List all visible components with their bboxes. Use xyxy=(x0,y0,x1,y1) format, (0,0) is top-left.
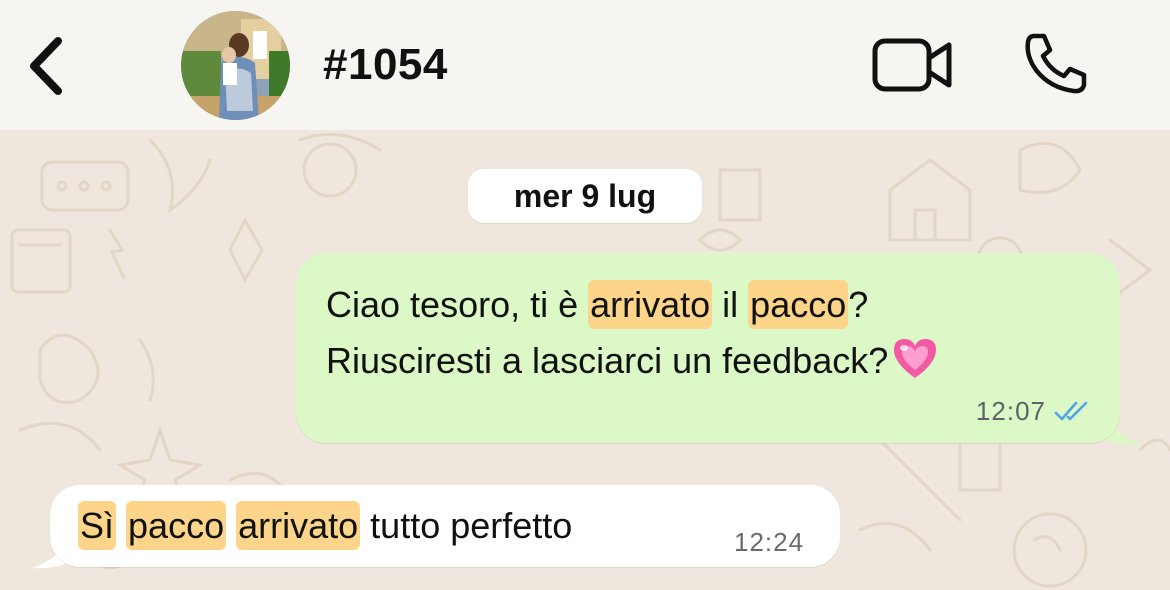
text-segment: ? xyxy=(848,284,869,325)
text-segment: Ciao tesoro, ti è xyxy=(326,284,589,325)
text-segment xyxy=(116,505,126,546)
phone-icon xyxy=(1025,33,1087,94)
back-button[interactable] xyxy=(22,35,72,97)
outgoing-message-meta: 12:07 xyxy=(976,396,1090,427)
voice-call-button[interactable] xyxy=(1020,30,1092,96)
video-call-button[interactable] xyxy=(870,36,954,94)
pink-heart-emoji-icon xyxy=(894,339,937,378)
text-segment: il xyxy=(712,284,749,325)
contact-name[interactable]: #1054 xyxy=(323,40,448,90)
text-segment: tutto perfetto xyxy=(360,505,573,546)
video-camera-icon xyxy=(872,38,952,92)
highlighted-word: Sì xyxy=(78,501,117,550)
highlighted-word: pacco xyxy=(126,501,227,550)
avatar-photo xyxy=(181,11,290,120)
chevron-left-icon xyxy=(30,37,62,95)
message-line: Riusciresti a lasciarci un feedback? xyxy=(326,333,1106,389)
message-time: 12:24 xyxy=(734,527,805,557)
message-time: 12:07 xyxy=(975,396,1046,426)
incoming-message-bubble[interactable]: Sì pacco arrivato tutto perfetto 12:24 xyxy=(50,485,840,567)
highlighted-word: arrivato xyxy=(588,280,713,329)
message-line: Ciao tesoro, ti è arrivato il pacco? xyxy=(326,277,1106,333)
incoming-message-text: Sì pacco arrivato tutto perfetto xyxy=(78,501,572,551)
outgoing-message-bubble[interactable]: Ciao tesoro, ti è arrivato il pacco? Riu… xyxy=(296,253,1120,443)
outgoing-message-text: Ciao tesoro, ti è arrivato il pacco? Riu… xyxy=(326,277,1106,389)
text-segment xyxy=(226,505,236,546)
text-segment: Riusciresti a lasciarci un feedback? xyxy=(326,340,889,381)
date-separator: mer 9 lug xyxy=(468,169,702,223)
avatar[interactable] xyxy=(181,11,290,120)
highlighted-word: pacco xyxy=(748,280,849,329)
read-receipt-icon xyxy=(1054,401,1088,420)
highlighted-word: arrivato xyxy=(236,501,361,550)
chat-header: #1054 xyxy=(0,0,1170,130)
